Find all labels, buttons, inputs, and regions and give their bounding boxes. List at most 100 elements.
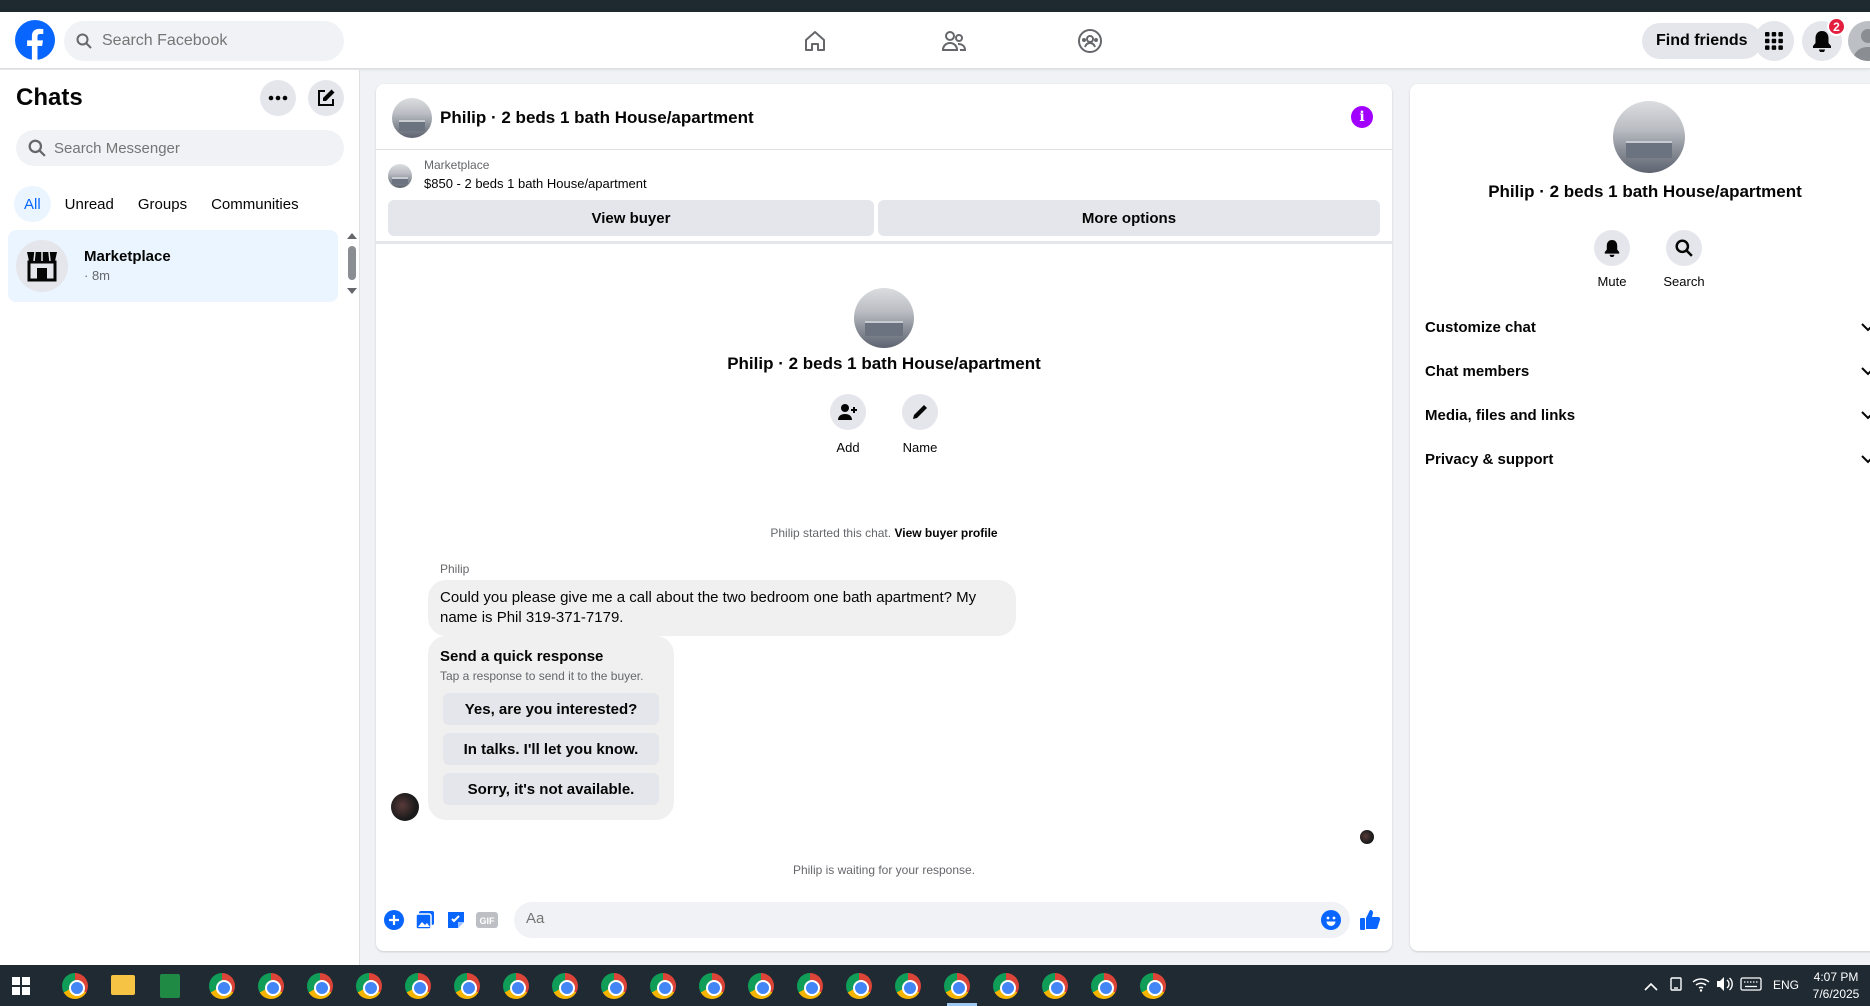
chat-options-button[interactable]: [260, 80, 296, 116]
sender-avatar[interactable]: [391, 793, 419, 821]
more-options-button[interactable]: More options: [878, 200, 1380, 236]
volume-icon[interactable]: [1716, 976, 1734, 997]
mute-action[interactable]: Mute: [1582, 230, 1642, 289]
chrome-taskbar-icon[interactable]: [552, 973, 578, 999]
chat-filter-tabs: All Unread Groups Communities: [14, 186, 309, 222]
filter-tab-communities[interactable]: Communities: [201, 186, 309, 222]
gif-icon[interactable]: GIF: [476, 909, 498, 931]
sidebar-scrollbar-thumb[interactable]: [348, 246, 356, 280]
incoming-message-bubble[interactable]: Could you please give me a call about th…: [428, 580, 1016, 636]
taskbar-clock-date[interactable]: 7/6/2025: [1808, 987, 1864, 1001]
chrome-taskbar-icon[interactable]: [699, 973, 725, 999]
plus-circle-icon[interactable]: [383, 909, 405, 931]
chevron-up-icon[interactable]: [1644, 978, 1658, 996]
chat-list-item-marketplace[interactable]: Marketplace · 8m: [8, 230, 338, 302]
chrome-taskbar-icon[interactable]: [62, 973, 88, 999]
search-in-conversation-action[interactable]: Search: [1654, 230, 1714, 289]
edit-name-action[interactable]: Name: [890, 394, 950, 455]
file-explorer-icon[interactable]: [111, 975, 135, 995]
chrome-taskbar-icon[interactable]: [601, 973, 627, 999]
thumbs-up-icon[interactable]: [1359, 909, 1381, 931]
filter-tab-all[interactable]: All: [14, 186, 51, 222]
info-icon[interactable]: i: [1351, 106, 1373, 128]
profile-avatar[interactable]: [1848, 21, 1870, 61]
chrome-taskbar-icon[interactable]: [944, 973, 970, 999]
conversation-info-panel: Philip · 2 beds 1 bath House/apartment M…: [1410, 84, 1870, 951]
taskbar-clock-time[interactable]: 4:07 PM: [1808, 970, 1864, 984]
chrome-taskbar-icon[interactable]: [748, 973, 774, 999]
groups-nav-icon[interactable]: [1074, 26, 1106, 56]
chrome-taskbar-icon[interactable]: [993, 973, 1019, 999]
view-buyer-profile-link[interactable]: View buyer profile: [894, 526, 997, 540]
chrome-taskbar-icon[interactable]: [797, 973, 823, 999]
friends-nav-icon[interactable]: [938, 26, 970, 56]
device-icon[interactable]: [1668, 976, 1684, 997]
chat-members-section[interactable]: Chat members: [1425, 353, 1870, 389]
chat-started-notice: Philip started this chat. View buyer pro…: [376, 526, 1392, 540]
more-horizontal-icon: [268, 95, 288, 101]
chrome-taskbar-icon[interactable]: [846, 973, 872, 999]
media-files-links-label: Media, files and links: [1425, 406, 1576, 424]
info-avatar: [1613, 101, 1685, 173]
message-input-wrapper[interactable]: [514, 902, 1350, 938]
chrome-taskbar-icon[interactable]: [1091, 973, 1117, 999]
chrome-taskbar-icon[interactable]: [503, 973, 529, 999]
facebook-logo-icon[interactable]: [15, 20, 55, 60]
sender-name: Philip: [440, 562, 470, 576]
marketplace-store-icon: [16, 240, 68, 292]
spreadsheet-app-icon[interactable]: [160, 974, 180, 998]
chrome-taskbar-icon[interactable]: [307, 973, 333, 999]
quick-response-in-talks-button[interactable]: In talks. I'll let you know.: [443, 733, 659, 765]
conversation-title[interactable]: Philip · 2 beds 1 bath House/apartment: [440, 108, 754, 128]
sticker-icon[interactable]: [445, 909, 467, 931]
keyboard-icon[interactable]: [1740, 977, 1762, 996]
seen-indicator-avatar: [1360, 830, 1374, 844]
photo-attach-icon[interactable]: [414, 909, 436, 931]
quick-response-not-available-button[interactable]: Sorry, it's not available.: [443, 773, 659, 805]
quick-response-yes-button[interactable]: Yes, are you interested?: [443, 693, 659, 725]
chrome-taskbar-icon[interactable]: [1140, 973, 1166, 999]
add-people-action[interactable]: Add: [818, 394, 878, 455]
chrome-taskbar-icon[interactable]: [258, 973, 284, 999]
view-buyer-button[interactable]: View buyer: [388, 200, 874, 236]
notifications-button[interactable]: 2: [1802, 17, 1846, 61]
filter-tab-groups[interactable]: Groups: [128, 186, 197, 222]
windows-start-icon[interactable]: [12, 977, 30, 1000]
chevron-down-icon: [1861, 454, 1870, 463]
window-top-strip: [0, 0, 1870, 12]
chrome-taskbar-icon[interactable]: [405, 973, 431, 999]
chat-name: Marketplace: [84, 248, 171, 265]
chrome-taskbar-icon[interactable]: [209, 973, 235, 999]
media-files-links-section[interactable]: Media, files and links: [1425, 397, 1870, 433]
quick-response-subtitle: Tap a response to send it to the buyer.: [440, 669, 644, 683]
privacy-support-section[interactable]: Privacy & support: [1425, 441, 1870, 477]
add-label: Add: [836, 440, 860, 455]
messenger-search-bar[interactable]: [16, 130, 344, 166]
chrome-taskbar-icon[interactable]: [1042, 973, 1068, 999]
find-friends-button[interactable]: Find friends: [1642, 23, 1762, 59]
facebook-search-input[interactable]: [102, 32, 322, 50]
menu-grid-button[interactable]: [1754, 21, 1794, 61]
quick-response-title: Send a quick response: [440, 648, 604, 665]
add-person-icon: [838, 404, 857, 420]
conversation-avatar[interactable]: [392, 98, 432, 138]
customize-chat-section[interactable]: Customize chat: [1425, 309, 1870, 345]
wifi-icon[interactable]: [1692, 976, 1710, 997]
input-language-indicator[interactable]: ENG: [1773, 978, 1799, 992]
scroll-up-arrow[interactable]: [347, 233, 357, 239]
message-composer: GIF: [376, 896, 1392, 946]
listing-title: $850 - 2 beds 1 bath House/apartment: [424, 176, 647, 191]
filter-tab-unread[interactable]: Unread: [55, 186, 124, 222]
chrome-taskbar-icon[interactable]: [650, 973, 676, 999]
svg-text:GIF: GIF: [480, 916, 496, 926]
facebook-search-bar[interactable]: [64, 21, 344, 61]
emoji-icon[interactable]: [1320, 909, 1342, 931]
chrome-taskbar-icon[interactable]: [454, 973, 480, 999]
home-nav-icon[interactable]: [799, 26, 831, 56]
new-message-button[interactable]: [308, 80, 344, 116]
scroll-down-arrow[interactable]: [347, 288, 357, 294]
chrome-taskbar-icon[interactable]: [356, 973, 382, 999]
messenger-search-input[interactable]: [54, 139, 334, 157]
chrome-taskbar-icon[interactable]: [895, 973, 921, 999]
message-input[interactable]: [526, 910, 1306, 927]
